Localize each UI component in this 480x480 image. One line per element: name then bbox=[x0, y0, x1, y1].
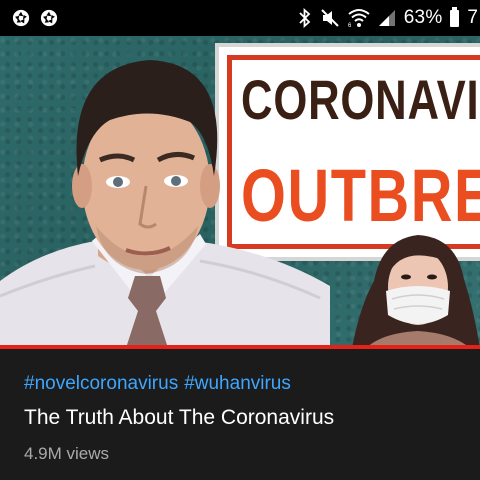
masked-woman-image bbox=[352, 235, 480, 348]
presenter-image bbox=[0, 60, 330, 348]
battery-percent: 63% bbox=[403, 7, 443, 28]
video-progress-line bbox=[0, 345, 480, 349]
video-info: #novelcoronavirus #wuhanvirus The Truth … bbox=[24, 370, 464, 464]
system-status: 6 63% 7 bbox=[298, 0, 480, 36]
hashtag-row: #novelcoronavirus #wuhanvirus bbox=[24, 370, 464, 397]
video-thumbnail[interactable]: CORONAVIRU OUTBREA bbox=[0, 36, 480, 348]
wifi-icon: 6 bbox=[348, 9, 370, 28]
video-title[interactable]: The Truth About The Coronavirus bbox=[24, 404, 464, 432]
bluetooth-icon bbox=[299, 8, 311, 28]
hashtag-link-wuhanvirus[interactable]: #wuhanvirus bbox=[184, 373, 291, 395]
hashtag-link-novelcoronavirus[interactable]: #novelcoronavirus bbox=[24, 373, 178, 395]
view-count: 4.9M views bbox=[24, 444, 110, 463]
mute-icon bbox=[321, 9, 339, 27]
clock-text: 7 bbox=[467, 7, 478, 28]
notification-icons bbox=[0, 9, 58, 27]
aperture-icon bbox=[40, 9, 58, 27]
status-bar: 6 63% 7 bbox=[0, 0, 480, 36]
battery-icon bbox=[450, 6, 460, 27]
svg-text:6: 6 bbox=[348, 23, 352, 28]
signal-icon bbox=[378, 10, 395, 26]
aperture-icon bbox=[12, 9, 30, 27]
